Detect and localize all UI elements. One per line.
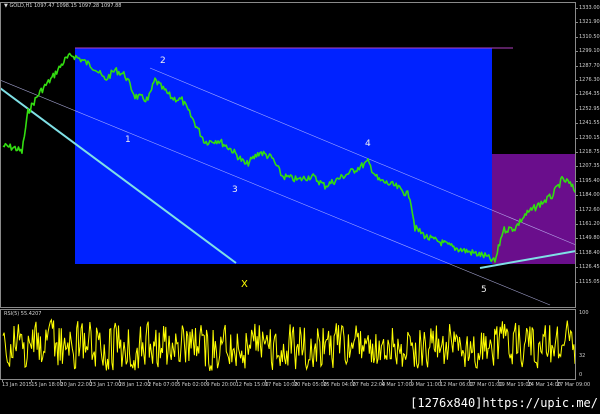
price-tick-label: 1115.05	[575, 278, 600, 285]
price-tick-label: 1218.75	[575, 149, 600, 155]
time-tick-label: 5 Feb 02:00	[177, 379, 207, 388]
price-tick-label: 1126.45	[575, 264, 600, 271]
rsi-tick-top: 100	[579, 310, 589, 316]
time-tick-label: 9 Feb 20:00	[206, 379, 237, 388]
time-tick-label: 23 Jan 17:00	[89, 379, 122, 388]
main-price-pane[interactable]	[0, 2, 576, 308]
price-tick-label: 1321.90	[575, 19, 600, 26]
wave-label-x: X	[241, 279, 248, 290]
watermark-text: [1276x840]https://upic.me/	[410, 396, 598, 410]
time-tick-label: 17 Feb 10:00	[264, 379, 298, 388]
rsi-tick-bottom: 0	[579, 372, 583, 378]
rsi-indicator-pane[interactable]	[0, 309, 576, 380]
time-tick-label: 25 Feb 04:00	[323, 379, 356, 388]
price-tick-label: 1287.70	[575, 62, 600, 69]
time-tick-label: 4 Mar 17:00	[381, 379, 412, 388]
price-tick-label: 1149.80	[575, 235, 600, 242]
price-tick-label: 1241.55	[575, 120, 600, 127]
time-tick-label: 28 Jan 12:00	[118, 379, 151, 388]
price-tick-label: 1252.95	[575, 105, 600, 112]
rsi-tick-mid: 32	[579, 353, 586, 359]
wave-label-1: 1	[125, 135, 131, 145]
time-tick-label: 13 Jan 2015	[2, 379, 32, 388]
price-tick-label: 1230.15	[575, 134, 600, 141]
time-tick-label: 15 Jan 18:00	[31, 379, 63, 388]
wave-label-5: 5	[481, 285, 487, 295]
rsi-info: RSI(5) 55.4207	[4, 311, 42, 317]
price-tick-label: 1276.30	[575, 77, 600, 83]
price-tick-label: 1184.00	[575, 192, 600, 199]
wave-label-4: 4	[365, 139, 371, 149]
time-tick-label: 2 Feb 07:00	[148, 379, 178, 388]
price-tick-label: 1299.10	[575, 48, 600, 55]
time-tick-label: 20 Feb 05:00	[294, 379, 327, 388]
wave-label-2: 2	[160, 56, 166, 66]
time-tick-label: 12 Feb 15:00	[235, 379, 269, 388]
time-tick-label: 27 Feb 22:00	[352, 379, 386, 388]
time-tick-label: 27 Mar 09:00	[556, 379, 591, 388]
time-tick-label: 20 Jan 22:00	[60, 379, 93, 388]
symbol-info: ▼ GOLD,H1 1097.47 1098.15 1097.28 1097.8…	[4, 3, 121, 9]
time-tick-label: 9 Mar 11:00	[410, 379, 441, 388]
wave-label-3: 3	[232, 185, 238, 195]
symbol-ohlc-text: GOLD,H1 1097.47 1098.15 1097.28 1097.88	[9, 3, 122, 9]
price-tick-label: 1207.35	[575, 163, 600, 170]
price-tick-label: 1333.00	[575, 5, 600, 11]
price-tick-label: 1138.40	[575, 249, 600, 256]
price-tick-label: 1195.40	[575, 177, 600, 184]
price-tick-label: 1264.35	[575, 91, 600, 98]
price-tick-label: 1310.50	[575, 33, 600, 40]
price-tick-label: 1172.60	[575, 206, 600, 213]
price-tick-label: 1161.20	[575, 221, 600, 227]
mt4-chart-window: ▼ GOLD,H1 1097.47 1098.15 1097.28 1097.8…	[0, 0, 600, 414]
